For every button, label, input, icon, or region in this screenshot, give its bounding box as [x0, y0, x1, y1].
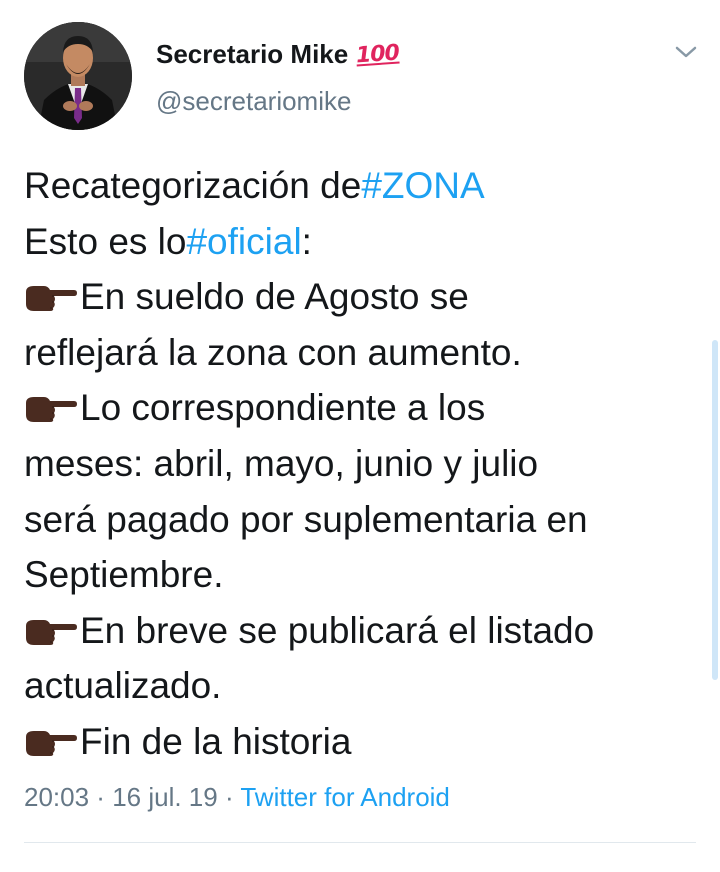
display-name[interactable]: Secretario Mike [156, 39, 348, 70]
text-segment: Fin de la historia [80, 720, 352, 762]
tweet-date[interactable]: 16 jul. 19 [112, 782, 218, 812]
tweet-metadata: 20:03 · 16 jul. 19 · Twitter for Android [24, 782, 450, 813]
tweet-time[interactable]: 20:03 [24, 782, 89, 812]
tweet-line: Lo correspondiente a los [24, 380, 704, 436]
tweet-line: Septiembre. [24, 547, 704, 603]
text-segment: meses: abril, mayo, junio y julio [24, 442, 539, 484]
pointing-hand-icon [26, 619, 77, 645]
pointing-hand-icon [26, 397, 77, 423]
tweet-line: Fin de la historia [24, 714, 704, 770]
text-segment: Recategorización de [24, 165, 362, 206]
tweet-line: meses: abril, mayo, junio y julio [24, 436, 704, 492]
divider [24, 842, 696, 843]
chevron-down-icon[interactable] [672, 38, 700, 66]
text-segment: actualizado. [24, 665, 222, 707]
tweet-line: Recategorización de #ZONA [24, 158, 704, 214]
user-handle[interactable]: @secretariomike [156, 86, 351, 117]
tweet-line: Esto es lo #oficial : [24, 214, 704, 270]
tweet-source-link[interactable]: Twitter for Android [240, 782, 450, 812]
tweet-line: reflejará la zona con aumento. [24, 325, 704, 381]
scrollbar[interactable] [712, 340, 718, 680]
text-segment: reflejará la zona con aumento. [24, 331, 522, 373]
tweet-line: En breve se publicará el listado [24, 603, 704, 659]
author-name-row[interactable]: Secretario Mike 100 [156, 36, 400, 72]
text-segment: Esto es lo [24, 220, 187, 262]
tweet[interactable]: Secretario Mike 100 @secretariomike Reca… [0, 0, 720, 872]
hashtag-link[interactable]: #oficial [186, 214, 301, 270]
text-segment: En sueldo de Agosto se [80, 276, 469, 318]
separator: · [89, 782, 113, 812]
text-segment: Septiembre. [24, 554, 224, 596]
text-segment: será pagado por suplementaria en [24, 498, 588, 540]
tweet-text: Recategorización de #ZONA Esto es lo #of… [24, 158, 704, 770]
avatar-photo [24, 22, 132, 130]
pointing-hand-icon [26, 285, 77, 311]
separator: · [217, 782, 241, 812]
tweet-line: actualizado. [24, 658, 704, 714]
text-segment: En breve se publicará el listado [80, 609, 595, 651]
text-segment: Lo correspondiente a los [80, 387, 486, 429]
pointing-hand-icon [26, 730, 77, 756]
hashtag-link[interactable]: #ZONA [361, 158, 484, 214]
text-segment: : [301, 220, 312, 262]
tweet-line: será pagado por suplementaria en [24, 492, 704, 548]
tweet-line: En sueldo de Agosto se [24, 269, 704, 325]
avatar[interactable] [24, 22, 132, 130]
hundred-points-icon: 100 [355, 40, 400, 68]
